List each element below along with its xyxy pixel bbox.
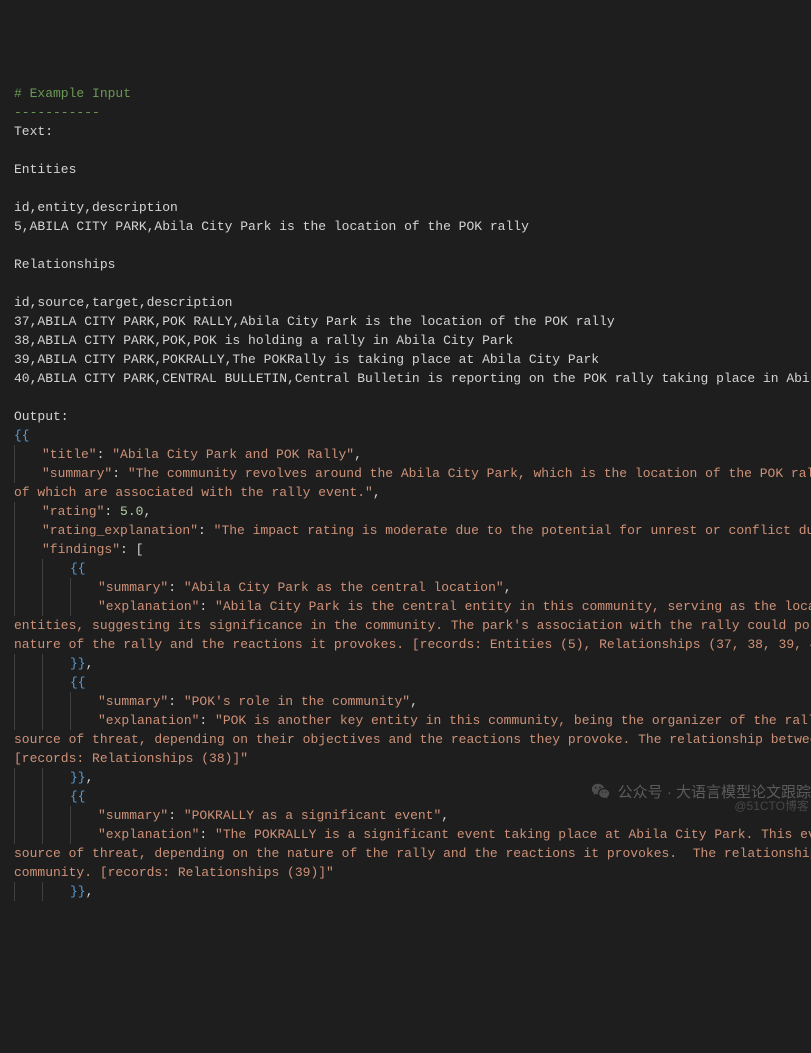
code-line: 5,ABILA CITY PARK,Abila City Park is the… [14,217,797,236]
code-line: 37,ABILA CITY PARK,POK RALLY,Abila City … [14,312,797,331]
code-line [14,388,797,407]
code-line: Output: [14,407,797,426]
code-line: }}, [14,882,797,901]
code-line: "title": "Abila City Park and POK Rally"… [14,445,797,464]
code-line: "explanation": "POK is another key entit… [14,711,797,730]
code-line: "summary": "Abila City Park as the centr… [14,578,797,597]
code-line [14,274,797,293]
code-line: id,entity,description [14,198,797,217]
code-line: # Example Input [14,84,797,103]
watermark-sub: @51CTO博客 [728,778,809,816]
code-line: id,source,target,description [14,293,797,312]
code-line: ----------- [14,103,797,122]
code-line: of which are associated with the rally e… [14,483,797,502]
code-line: Relationships [14,255,797,274]
code-line: 40,ABILA CITY PARK,CENTRAL BULLETIN,Cent… [14,369,797,388]
code-line: nature of the rally and the reactions it… [14,635,797,654]
code-line: "summary": "POKRALLY as a significant ev… [14,806,797,825]
code-line: "summary": "The community revolves aroun… [14,464,797,483]
code-line: {{ [14,673,797,692]
code-line: }}, [14,654,797,673]
code-line: source of threat, depending on their obj… [14,730,797,749]
wechat-icon [590,781,612,803]
code-line: community. [records: Relationships (39)]… [14,863,797,882]
code-line: 38,ABILA CITY PARK,POK,POK is holding a … [14,331,797,350]
code-block: # Example Input-----------Text: Entities i… [14,84,797,901]
code-line: "rating_explanation": "The impact rating… [14,521,797,540]
code-line: "explanation": "Abila City Park is the c… [14,597,797,616]
code-line [14,179,797,198]
code-line: entities, suggesting its significance in… [14,616,797,635]
code-line: Entities [14,160,797,179]
code-line: "summary": "POK's role in the community"… [14,692,797,711]
code-line: {{ [14,426,797,445]
code-line: "findings": [ [14,540,797,559]
code-line: "rating": 5.0, [14,502,797,521]
code-line: [records: Relationships (38)]" [14,749,797,768]
code-line: 39,ABILA CITY PARK,POKRALLY,The POKRally… [14,350,797,369]
code-line: "explanation": "The POKRALLY is a signif… [14,825,797,844]
code-line: Text: [14,122,797,141]
code-line [14,141,797,160]
code-line: {{ [14,559,797,578]
code-line: source of threat, depending on the natur… [14,844,797,863]
code-line [14,236,797,255]
